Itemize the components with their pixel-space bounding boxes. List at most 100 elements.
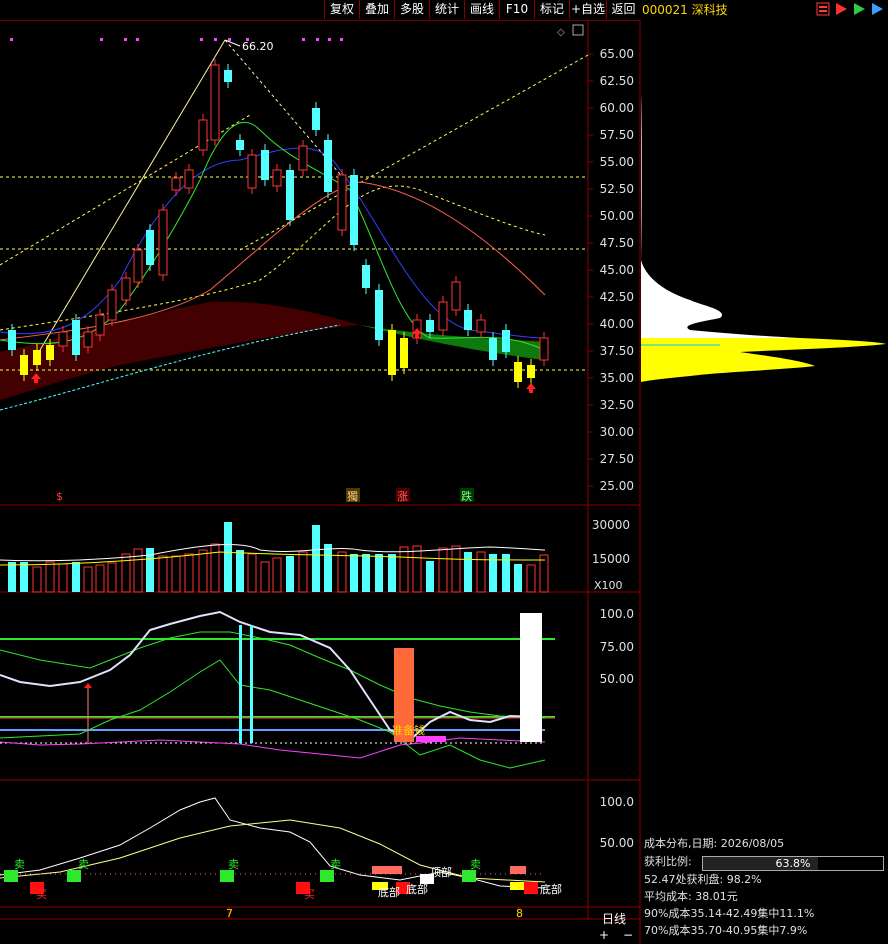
- cost-70: 70%成本35.70-40.95集中7.9%: [644, 924, 808, 937]
- price-axis-label: 65.00: [600, 47, 634, 61]
- candle-body: [337, 174, 347, 231]
- volume-axis-30000: 30000: [592, 518, 630, 532]
- maximize-icon[interactable]: [572, 24, 584, 36]
- volume-bar: [362, 554, 370, 592]
- candle-body: [426, 320, 434, 332]
- sell-label: 卖: [78, 858, 89, 871]
- top-label: 顶部: [430, 865, 452, 879]
- ind2-axis-50: 50.00: [600, 836, 634, 850]
- bottom-label: 底部: [378, 885, 400, 899]
- sell-label: 卖: [228, 858, 239, 871]
- price-axis-label: 55.00: [600, 155, 634, 169]
- candle-body: [247, 154, 257, 189]
- candle-body: [236, 140, 244, 150]
- candle-body: [438, 301, 448, 331]
- candle-body: [184, 169, 194, 189]
- add-favorite-button[interactable]: +自选: [569, 0, 606, 19]
- sell-label: 卖: [14, 858, 25, 871]
- multi-stock-button[interactable]: 多股: [394, 0, 429, 19]
- candle-body: [33, 350, 41, 365]
- play-green-icon[interactable]: [852, 2, 866, 16]
- candle-body: [158, 209, 168, 276]
- stock-symbol: 000021 深科技: [642, 1, 728, 18]
- overlay-button[interactable]: 叠加: [359, 0, 394, 19]
- period-button[interactable]: 日线: [592, 910, 636, 928]
- stock-name: 深科技: [691, 3, 728, 17]
- buy-label: 买: [36, 888, 47, 901]
- price-axis-label: 37.50: [600, 344, 634, 358]
- max-price-label: 66.20: [242, 40, 274, 53]
- price-axis-label: 40.00: [600, 317, 634, 331]
- candle-body: [312, 108, 320, 130]
- volume-bar: [451, 545, 461, 593]
- price-axis: 65.00 62.50 60.00 57.50 55.00 52.50 50.00 47.50…: [588, 47, 634, 493]
- ind1-axis-50: 50.00: [600, 672, 634, 686]
- volume-bar: [58, 563, 68, 593]
- candle-body: [362, 265, 370, 288]
- candle-body: [171, 177, 181, 191]
- statistics-button[interactable]: 统计: [429, 0, 464, 19]
- cost-distribution-panel: 成本分布,日期: 2026/08/05 获利比例: 63.8% 52.47处获利…: [641, 836, 888, 944]
- f10-button[interactable]: F10: [499, 0, 534, 19]
- volume-bar: [32, 566, 42, 593]
- cost-90: 90%成本35.14-42.49集中11.1%: [644, 907, 815, 920]
- volume-bars: [8, 522, 549, 593]
- date-label-7: 7: [226, 907, 233, 920]
- profit-line: 52.47处获利盘: 98.2%: [644, 873, 762, 886]
- kline-chart[interactable]: ◇ 66.20 $ 獨 涨 跌 65.0062.5060.0057.5055.0…: [0, 20, 888, 944]
- volume-bar: [539, 554, 549, 593]
- volume-bar: [121, 553, 131, 593]
- volume-bar: [426, 561, 434, 592]
- bottom-label: 底部: [406, 882, 428, 896]
- volume-bar: [95, 564, 105, 593]
- candle-body: [72, 320, 80, 355]
- price-axis-label: 42.50: [600, 290, 634, 304]
- play-red-icon[interactable]: [834, 2, 848, 16]
- price-axis-label: 30.00: [600, 425, 634, 439]
- back-button[interactable]: 返回: [606, 0, 640, 19]
- volume-bar: [247, 553, 257, 593]
- volume-bar: [438, 547, 448, 593]
- date-label-8: 8: [516, 907, 523, 920]
- volume-bar: [286, 556, 294, 592]
- chart-type-icon[interactable]: [816, 2, 830, 16]
- volume-bar: [184, 553, 194, 593]
- ind1-axis-75: 75.00: [600, 640, 634, 654]
- volume-bar: [45, 561, 55, 593]
- candle-body: [476, 319, 486, 333]
- cost-ribbon-red: [0, 301, 540, 400]
- volume-bar: [260, 561, 270, 593]
- sell-label: 卖: [330, 858, 341, 871]
- volume-bar: [324, 544, 332, 592]
- price-axis-label: 57.50: [600, 128, 634, 142]
- candle-body: [527, 365, 535, 378]
- toolbar: 复权 叠加 多股 统计 画线 F10 标记 +自选 返回: [0, 0, 640, 21]
- volume-bar: [20, 562, 28, 592]
- candle-body: [464, 310, 472, 330]
- candle-body: [324, 140, 332, 192]
- diamond-icon[interactable]: ◇: [557, 27, 565, 38]
- price-axis-label: 27.50: [600, 452, 634, 466]
- candle-body: [224, 70, 232, 82]
- profit-ratio-text: 63.8%: [775, 857, 811, 870]
- signal-dots: [10, 38, 343, 41]
- draw-line-button[interactable]: 画线: [464, 0, 499, 19]
- zoom-out-button[interactable]: −: [620, 928, 636, 942]
- candle-body: [489, 338, 497, 360]
- bottom-label: 底部: [540, 882, 562, 896]
- fuquan-button[interactable]: 复权: [324, 0, 359, 19]
- volume-bar: [158, 555, 168, 593]
- play-blue-icon[interactable]: [870, 2, 884, 16]
- candle-body: [350, 175, 358, 245]
- candle-body: [133, 249, 143, 283]
- zoom-in-button[interactable]: +: [596, 928, 612, 942]
- volume-unit: X100: [594, 579, 623, 592]
- mark-button[interactable]: 标记: [534, 0, 569, 19]
- candle-body: [388, 330, 396, 375]
- cost-ribbon-green: [360, 325, 545, 360]
- candle-body: [121, 277, 131, 301]
- candle-body: [95, 314, 105, 336]
- trendline-up: [39, 39, 226, 351]
- volume-bar: [224, 522, 232, 592]
- profit-ratio-bar: 63.8%: [702, 856, 884, 871]
